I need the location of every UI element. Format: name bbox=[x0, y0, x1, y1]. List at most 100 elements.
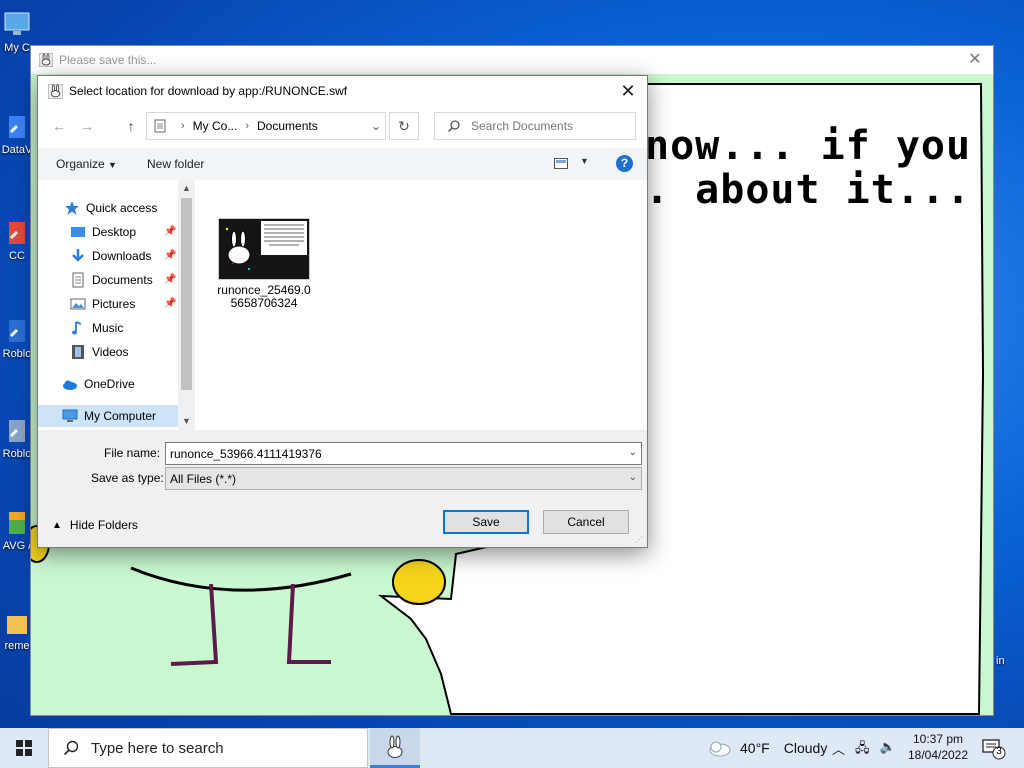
flash-close-button[interactable]: ✕ bbox=[965, 50, 985, 70]
taskbar-app-runonce[interactable] bbox=[370, 728, 420, 768]
speaker-icon[interactable]: 🔈 bbox=[880, 739, 896, 761]
desktop-icon-label: My C bbox=[4, 42, 30, 54]
nav-item-documents[interactable]: Documents bbox=[70, 269, 178, 291]
roblox-studio-desktop-icon[interactable]: Roblo bbox=[0, 416, 34, 460]
scroll-up-icon[interactable]: ▲ bbox=[178, 183, 195, 193]
navigation-row: ← → ↑ › My Co... › Documents ⌄ ↻ bbox=[38, 110, 647, 142]
save-file-dialog: Select location for download by app:/RUN… bbox=[37, 75, 648, 548]
nav-item-pictures[interactable]: Pictures bbox=[70, 293, 178, 315]
chevron-down-icon[interactable]: ⌄ bbox=[629, 447, 637, 458]
speech-bubble-text: now... if you . about it... bbox=[645, 123, 972, 213]
start-button[interactable] bbox=[0, 728, 48, 768]
file-name-value[interactable]: runonce_53966.4111419376 bbox=[170, 447, 322, 461]
taskbar-search-box[interactable]: Type here to search bbox=[48, 728, 368, 768]
new-folder-button[interactable]: New folder bbox=[147, 157, 204, 171]
hide-folders-label: Hide Folders bbox=[69, 518, 138, 532]
reme-desktop-icon[interactable]: reme bbox=[0, 608, 34, 652]
nav-item-my-computer[interactable]: My Computer bbox=[38, 405, 178, 427]
desktop-folder-icon bbox=[71, 227, 85, 237]
shortcut-app-icon bbox=[9, 420, 25, 442]
organize-menu[interactable]: Organize ▼ bbox=[56, 157, 117, 171]
nav-item-label: Desktop bbox=[92, 225, 137, 239]
desktop-icon-partial-label: in bbox=[996, 655, 1005, 667]
save-type-field-label: Save as type: bbox=[91, 471, 164, 485]
chevron-up-icon[interactable]: ︿ bbox=[832, 739, 845, 761]
bunny-app-icon bbox=[48, 83, 63, 99]
weather-widget[interactable]: 40°F Cloudy bbox=[706, 728, 827, 768]
up-arrow-icon[interactable]: ↑ bbox=[122, 118, 140, 134]
avg-desktop-icon[interactable]: AVG / bbox=[0, 508, 34, 552]
flash-window-titlebar[interactable]: Please save this... bbox=[31, 46, 993, 74]
bunny-app-icon bbox=[39, 53, 53, 67]
save-type-select[interactable]: All Files (*.*) ⌄ bbox=[165, 467, 642, 490]
dialog-titlebar[interactable]: Select location for download by app:/RUN… bbox=[38, 76, 647, 106]
breadcrumb-documents[interactable]: Documents bbox=[257, 119, 318, 133]
refresh-button[interactable]: ↻ bbox=[389, 112, 419, 140]
caret-down-icon: ▼ bbox=[108, 160, 117, 170]
back-arrow-icon[interactable]: ← bbox=[50, 118, 68, 134]
help-button[interactable]: ? bbox=[616, 155, 633, 172]
nav-item-music[interactable]: Music bbox=[70, 317, 178, 339]
desktop-icon-label: Roblo bbox=[2, 448, 32, 460]
file-list-area[interactable]: runonce_25469.05658706324 bbox=[196, 180, 647, 430]
chevron-up-icon: ▲ bbox=[52, 519, 62, 531]
hide-folders-toggle[interactable]: ▲ Hide Folders bbox=[52, 518, 138, 532]
datav-desktop-icon[interactable]: DataV bbox=[0, 112, 34, 156]
nav-item-onedrive[interactable]: OneDrive bbox=[62, 373, 178, 395]
character-left-leg bbox=[170, 583, 219, 666]
nav-item-downloads[interactable]: Downloads bbox=[70, 245, 178, 267]
scroll-down-icon[interactable]: ▼ bbox=[178, 416, 195, 426]
system-tray: ︿ 🖧 🔈 bbox=[832, 739, 896, 761]
pin-icon: 📌 bbox=[164, 274, 177, 285]
cancel-button[interactable]: Cancel bbox=[543, 510, 629, 534]
film-strip-icon bbox=[72, 345, 84, 359]
network-icon[interactable]: 🖧 bbox=[855, 739, 870, 761]
address-bar[interactable]: › My Co... › Documents ⌄ bbox=[146, 112, 386, 140]
nav-item-label: Quick access bbox=[86, 201, 158, 215]
caret-down-icon: ▼ bbox=[580, 156, 589, 166]
music-note-icon bbox=[72, 321, 82, 335]
nav-item-label: My Computer bbox=[84, 409, 157, 423]
nav-item-label: OneDrive bbox=[84, 377, 135, 391]
chevron-down-icon[interactable]: ⌄ bbox=[629, 472, 637, 483]
desktop-icon-label: AVG / bbox=[2, 540, 32, 552]
nav-pane-scrollbar[interactable]: ▲ ▼ bbox=[178, 180, 195, 430]
character-right-leg bbox=[286, 583, 331, 664]
view-options-icon bbox=[554, 158, 568, 169]
save-button[interactable]: Save bbox=[443, 510, 529, 534]
nav-item-label: Music bbox=[92, 321, 124, 335]
chevron-down-icon[interactable]: ⌄ bbox=[371, 119, 381, 133]
file-name-field[interactable]: runonce_53966.4111419376 ⌄ bbox=[165, 442, 642, 465]
resize-grip-icon[interactable]: ⋰ bbox=[635, 535, 645, 545]
notification-center-button[interactable]: 3 bbox=[982, 738, 1006, 760]
search-documents-box[interactable] bbox=[434, 112, 636, 140]
shortcut-app-icon bbox=[9, 320, 25, 342]
file-item[interactable]: runonce_25469.05658706324 bbox=[216, 218, 312, 310]
nav-item-desktop[interactable]: Desktop bbox=[70, 221, 178, 243]
desktop-icon-label: Roblo bbox=[2, 348, 32, 360]
change-view-button[interactable]: ▼ bbox=[554, 156, 589, 172]
search-icon bbox=[447, 120, 460, 133]
roblox-desktop-icon[interactable]: Roblo bbox=[0, 316, 34, 360]
chevron-right-icon: › bbox=[181, 120, 185, 132]
taskbar-clock[interactable]: 10:37 pm 18/04/2022 bbox=[906, 731, 970, 763]
breadcrumb-my-computer[interactable]: My Co... bbox=[193, 119, 238, 133]
star-icon bbox=[65, 201, 79, 215]
nav-item-label: Documents bbox=[92, 273, 153, 287]
scrollbar-thumb[interactable] bbox=[181, 198, 192, 390]
navigation-pane: Quick access Desktop 📌 Downloads 📌 Docum… bbox=[38, 180, 196, 430]
nav-item-quick-access[interactable]: Quick access bbox=[64, 197, 178, 219]
search-input[interactable] bbox=[471, 119, 621, 133]
forward-arrow-icon[interactable]: → bbox=[78, 118, 96, 134]
my-computer-desktop-icon[interactable]: My C bbox=[0, 10, 34, 54]
file-name-label: runonce_25469.05658706324 bbox=[217, 283, 311, 310]
nav-item-label: Downloads bbox=[92, 249, 152, 263]
file-name-field-label: File name: bbox=[104, 446, 161, 460]
desktop-icon-label: reme bbox=[4, 640, 30, 652]
dialog-close-button[interactable]: ✕ bbox=[617, 80, 639, 102]
nav-item-videos[interactable]: Videos bbox=[70, 341, 178, 363]
pin-icon: 📌 bbox=[164, 250, 177, 261]
file-thumbnail bbox=[218, 218, 310, 280]
cc-desktop-icon[interactable]: CC bbox=[0, 218, 34, 262]
save-type-value: All Files (*.*) bbox=[170, 471, 237, 486]
